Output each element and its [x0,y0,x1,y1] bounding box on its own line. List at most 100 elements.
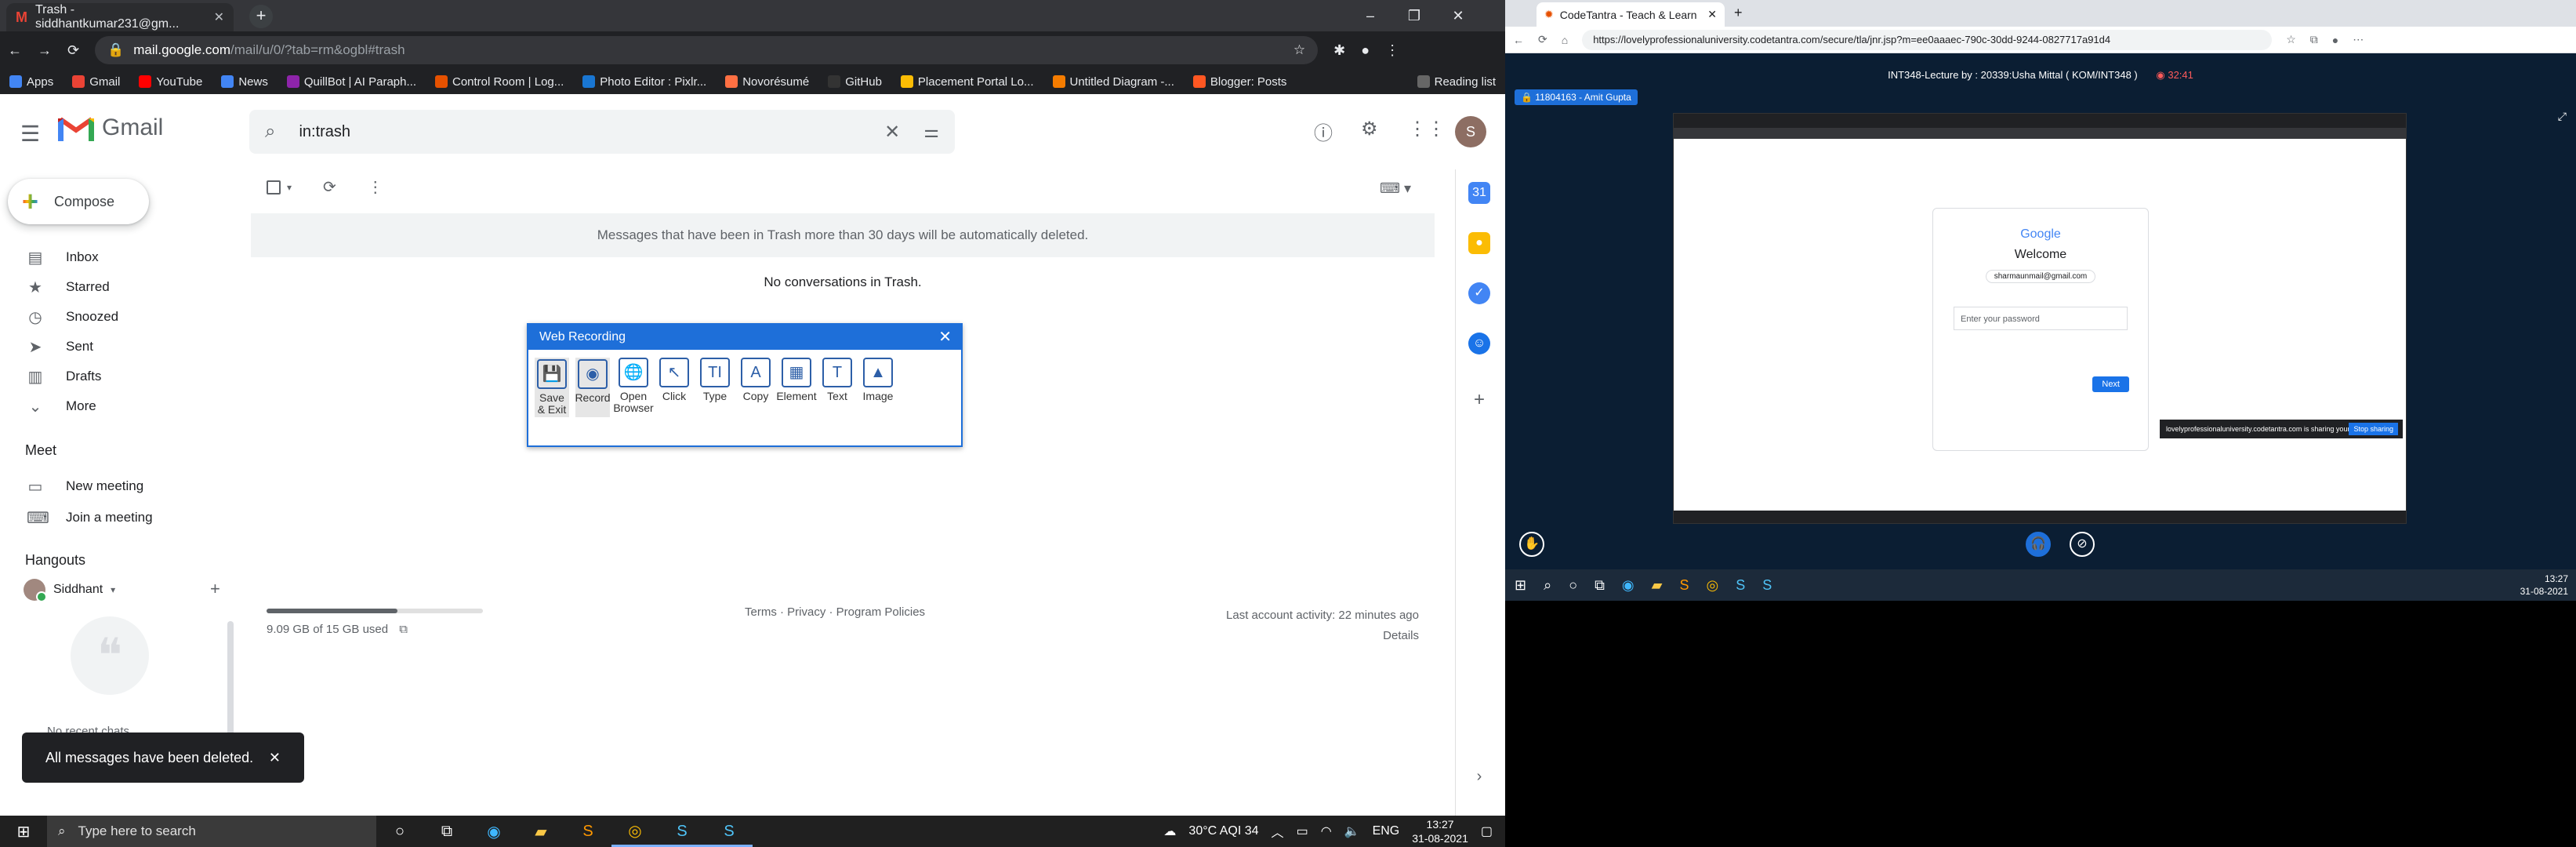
help-icon[interactable]: ⓘ [1314,118,1333,145]
right-address-bar[interactable]: https://lovelyprofessionaluniversity.cod… [1582,29,2273,50]
windows-start-icon[interactable]: ⊞ [0,822,47,842]
open-in-new-icon[interactable]: ⧉ [399,623,408,636]
more-menu-icon[interactable]: ⋯ [2353,33,2364,46]
notifications-icon[interactable]: ▢ [1481,823,1493,839]
battery-icon[interactable]: ▭ [1297,823,1308,839]
close-tab-icon[interactable]: ✕ [214,9,224,25]
chevron-right-icon[interactable]: › [1468,765,1490,787]
recorder-tool-click[interactable]: ↖ Click [657,358,691,417]
join-meeting-link[interactable]: ⌨ Join a meeting [0,502,251,533]
star-icon[interactable]: ☆ [1293,42,1305,58]
hand-raise-icon[interactable]: ✋ [1519,532,1544,557]
tab-gmail-trash[interactable]: M Trash - siddhantkumar231@gm... ✕ [6,3,234,31]
keep-icon[interactable]: ● [1468,232,1490,254]
bookmark-item[interactable]: Blogger: Posts [1192,75,1286,89]
nav-item-sent[interactable]: ➤ Sent [0,331,251,362]
bookmark-item[interactable]: Photo Editor : Pixlr... [582,75,706,89]
show-hidden-icons-icon[interactable]: ︿ [1272,822,1284,841]
search-input[interactable]: in:trash [299,123,350,141]
close-toast-icon[interactable]: ✕ [269,750,281,766]
chrome-icon[interactable]: ◎ [611,816,659,847]
extensions-icon[interactable]: ✱ [1333,42,1345,59]
bookmark-item[interactable]: Untitled Diagram -... [1052,75,1174,89]
uipath-robot-icon[interactable]: S [706,816,753,847]
uipath-robot-icon[interactable]: S [1762,577,1772,594]
cortana-icon[interactable]: ○ [1569,577,1577,594]
reload-icon[interactable]: ⟳ [67,42,79,59]
calendar-icon[interactable]: 31 [1468,182,1490,204]
close-window-button[interactable]: ✕ [1436,0,1480,31]
recorder-tool-record[interactable]: ◉ Record [575,358,611,417]
gmail-logo[interactable]: Gmail [58,115,163,141]
get-addons-plus-icon[interactable]: + [1468,389,1490,411]
chrome-icon[interactable]: ◎ [1707,577,1719,594]
back-icon[interactable]: ← [8,42,22,59]
uipath-studio-icon[interactable]: S [1736,577,1745,594]
sublime-icon[interactable]: S [1679,577,1689,594]
bookmark-item[interactable]: GitHub [828,75,882,89]
bookmark-item[interactable]: YouTube [139,75,202,89]
settings-gear-icon[interactable]: ⚙ [1361,118,1378,140]
edge-icon[interactable]: ◉ [1622,577,1634,594]
file-explorer-icon[interactable]: ▰ [517,822,564,842]
search-icon[interactable]: ⌕ [1544,577,1551,594]
fullscreen-icon[interactable]: ⤢ [2558,110,2567,123]
recorder-tool-save-exit[interactable]: 💾 Save & Exit [535,358,569,417]
windows-start-icon[interactable]: ⊞ [1515,577,1526,594]
nav-item-more[interactable]: ⌄ More [0,391,251,422]
apps-grid-icon[interactable]: ⋮⋮ [1408,118,1446,140]
footer-links[interactable]: Terms · Privacy · Program Policies [745,605,925,619]
headphones-icon[interactable]: 🎧 [2026,532,2051,557]
new-tab-button[interactable]: + [249,5,273,28]
input-tools-icon[interactable]: ⌨ ▾ [1380,180,1411,197]
hangouts-user[interactable]: Siddhant ▾ [24,579,115,602]
volume-icon[interactable]: 🔈 [1344,823,1360,839]
chevron-down-icon[interactable]: ▾ [111,584,115,595]
weather-icon[interactable]: ☁ [1163,823,1176,839]
clear-search-icon[interactable]: ✕ [884,121,900,144]
contacts-icon[interactable]: ☺ [1468,333,1490,354]
home-icon[interactable]: ⌂ [1562,34,1568,46]
file-explorer-icon[interactable]: ▰ [1652,577,1663,594]
forward-icon[interactable]: → [38,42,52,59]
refresh-icon[interactable]: ⟳ [323,177,336,197]
minimize-button[interactable]: – [1348,0,1392,31]
task-view-icon[interactable]: ⧉ [1595,577,1605,594]
bookmark-item[interactable]: Gmail [72,75,120,89]
new-chat-plus-icon[interactable]: + [210,579,220,599]
recorder-tool-copy[interactable]: A Copy [738,358,773,417]
nav-item-starred[interactable]: ★ Starred [0,271,251,303]
compose-button[interactable]: + Compose [8,179,149,224]
new-meeting-link[interactable]: ▭ New meeting [0,471,251,502]
sublime-icon[interactable]: S [564,823,611,841]
nav-item-inbox[interactable]: ▤ Inbox [0,242,251,273]
uipath-studio-icon[interactable]: S [659,816,706,847]
kebab-menu-icon[interactable]: ⋮ [1385,42,1399,59]
search-options-icon[interactable]: ⚌ [923,122,939,142]
main-menu-icon[interactable]: ☰ [20,121,40,147]
close-recorder-icon[interactable]: ✕ [938,325,952,350]
more-options-icon[interactable]: ⋮ [368,177,383,197]
select-all-checkbox[interactable]: ▾ [267,180,292,194]
nav-item-drafts[interactable]: ▥ Drafts [0,361,251,392]
weather-text[interactable]: 30°C AQI 34 [1188,824,1258,838]
cortana-icon[interactable]: ○ [376,823,423,841]
favorites-icon[interactable]: ☆ [2286,33,2296,46]
mic-muted-icon[interactable]: ⊘ [2070,532,2095,557]
collections-icon[interactable]: ⧉ [2310,33,2318,46]
recorder-titlebar[interactable]: Web Recording ✕ [528,325,961,350]
bookmark-item[interactable]: Apps [9,75,53,89]
bookmark-item[interactable]: QuillBot | AI Paraph... [286,75,416,89]
back-icon[interactable]: ← [1513,34,1524,46]
tab-codetantra[interactable]: ✹ CodeTantra - Teach & Learn ✕ [1537,2,1725,27]
maximize-button[interactable]: ❐ [1392,0,1436,31]
search-icon[interactable]: ⌕ [265,121,275,143]
recorder-tool-open-browser[interactable]: 🌐 Open Browser [613,358,654,417]
bookmark-item[interactable]: Novorésumé [725,75,809,89]
bookmark-item[interactable]: Placement Portal Lo... [900,75,1034,89]
taskbar-clock[interactable]: 13:27 31-08-2021 [1412,817,1468,845]
bookmark-item[interactable]: News [221,75,268,89]
language-indicator[interactable]: ENG [1373,824,1400,838]
profile-icon[interactable]: ● [2332,34,2338,46]
recorder-tool-image[interactable]: ▲ Image [861,358,895,417]
